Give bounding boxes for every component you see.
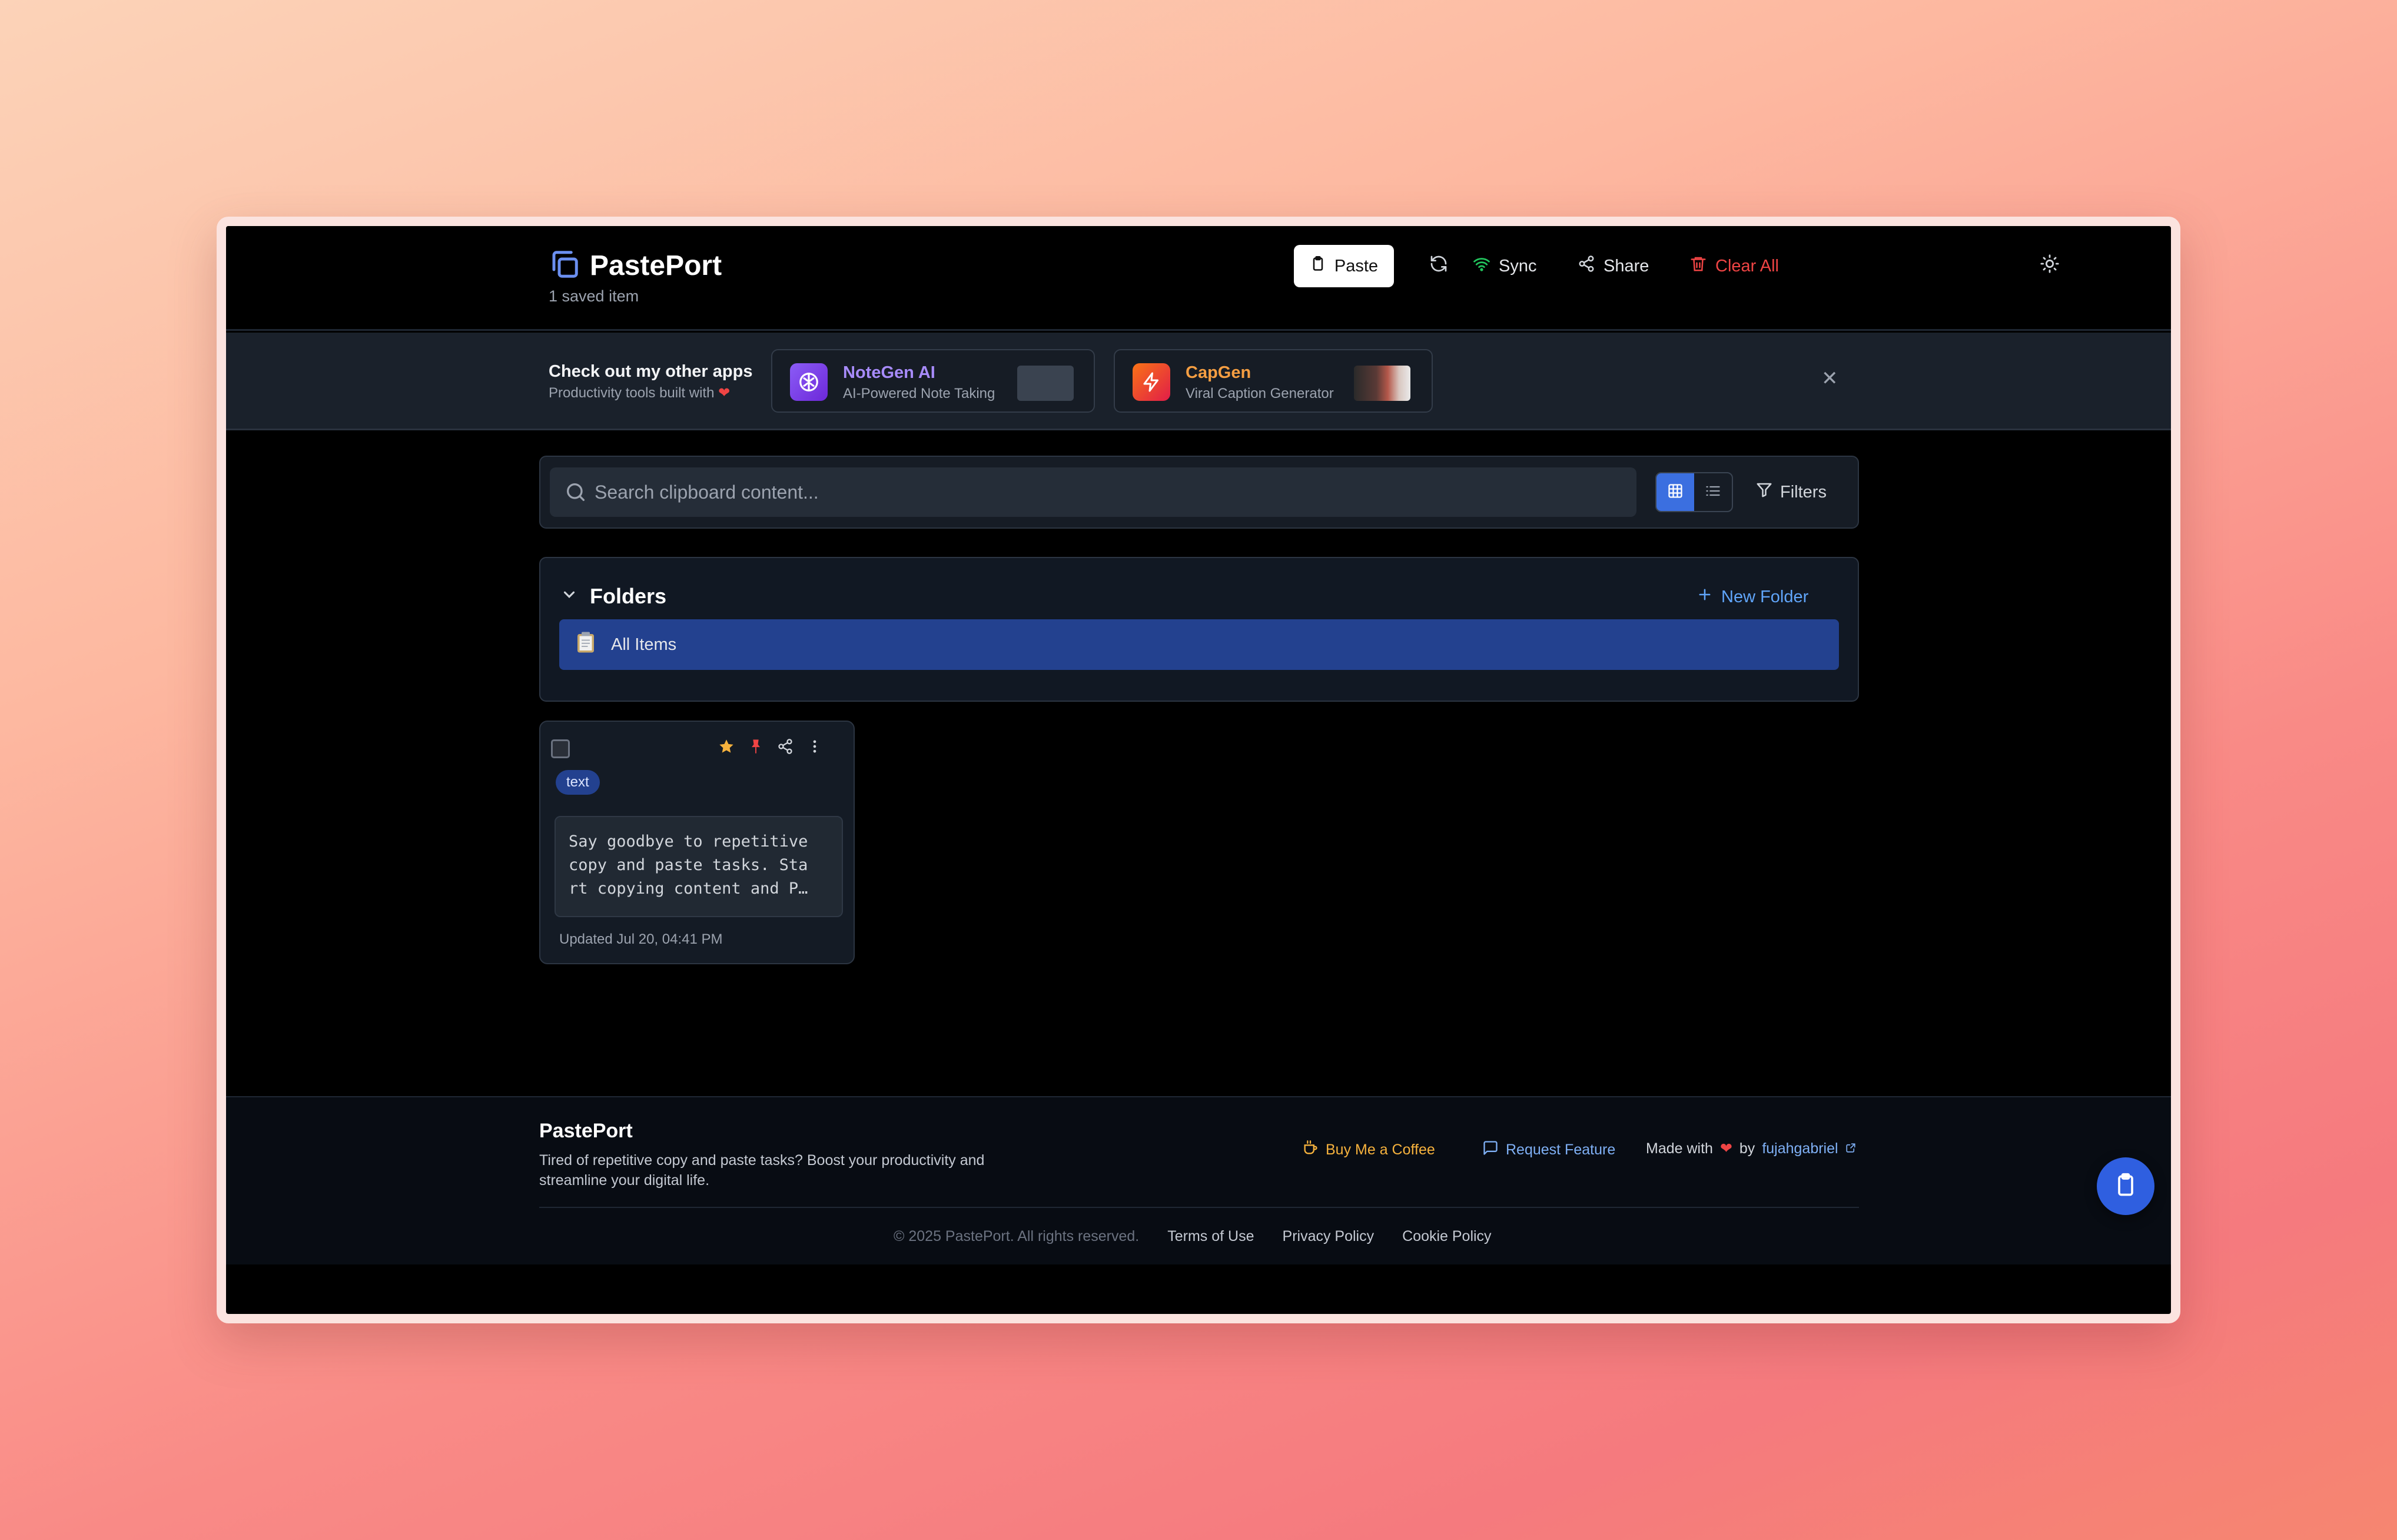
footer-divider	[539, 1207, 1859, 1208]
footer-brand: PastePort	[539, 1120, 633, 1142]
buy-coffee-link[interactable]: Buy Me a Coffee	[1302, 1140, 1435, 1160]
plus-icon	[1697, 586, 1713, 608]
brand: PastePort	[549, 248, 722, 283]
type-badge: text	[556, 770, 600, 795]
app-title: PastePort	[590, 250, 722, 281]
search-input[interactable]	[595, 467, 1619, 517]
capgen-name: CapGen	[1186, 363, 1251, 382]
heart-icon: ❤	[718, 385, 731, 401]
share-icon[interactable]	[777, 738, 794, 758]
footer-description: Tired of repetitive copy and paste tasks…	[539, 1152, 985, 1189]
share-icon	[1578, 255, 1595, 277]
trash-icon	[1689, 255, 1707, 277]
saved-count: 1 saved item	[549, 287, 639, 305]
floating-paste-button[interactable]	[2097, 1157, 2154, 1215]
folders-panel: Folders New Folder All Items	[539, 557, 1859, 702]
folders-title: Folders	[590, 584, 667, 608]
lightning-icon	[1133, 363, 1170, 401]
select-checkbox[interactable]	[551, 739, 570, 758]
copyright: © 2025 PastePort. All rights reserved.	[894, 1228, 1140, 1244]
pin-icon[interactable]	[748, 738, 764, 758]
coffee-label: Buy Me a Coffee	[1326, 1141, 1435, 1158]
paste-label: Paste	[1334, 256, 1379, 276]
clipboard-icon	[1310, 255, 1326, 277]
cookie-link[interactable]: Cookie Policy	[1402, 1228, 1491, 1245]
notegen-name: NoteGen AI	[843, 363, 935, 382]
notegen-desc: AI-Powered Note Taking	[843, 386, 995, 401]
search-icon	[564, 480, 587, 507]
filter-icon	[1755, 481, 1773, 503]
clear-all-label: Clear All	[1715, 256, 1779, 276]
list-icon	[1705, 483, 1721, 502]
browser-frame: PastePort 1 saved item Paste Sync Share …	[217, 217, 2180, 1323]
card-actions	[718, 738, 823, 758]
new-folder-label: New Folder	[1721, 587, 1809, 606]
app-screen: PastePort 1 saved item Paste Sync Share …	[226, 226, 2171, 1314]
clip-content: Say goodbye to repetitive copy and paste…	[555, 816, 843, 917]
heart-icon: ❤	[1719, 1140, 1732, 1157]
footer: PastePort Tired of repetitive copy and p…	[226, 1096, 2171, 1264]
notegen-thumbnail	[1017, 366, 1074, 401]
capgen-app-card[interactable]: CapGen Viral Caption Generator	[1114, 349, 1433, 413]
author-link[interactable]: fujahgabriel	[1762, 1140, 1838, 1157]
promo-title: Check out my other apps	[549, 362, 753, 381]
clipboard-icon	[573, 630, 598, 659]
promo-banner: Check out my other apps Productivity too…	[226, 333, 2171, 430]
share-button[interactable]: Share	[1578, 245, 1649, 287]
updated-timestamp: Updated Jul 20, 04:41 PM	[559, 931, 723, 947]
wifi-icon	[1473, 255, 1490, 277]
share-label: Share	[1603, 256, 1649, 276]
folder-label: All Items	[611, 635, 677, 654]
list-view-button[interactable]	[1694, 473, 1732, 511]
message-icon	[1482, 1140, 1499, 1160]
made-with: Made with ❤ by fujahgabriel	[1646, 1140, 1856, 1157]
view-toggle	[1655, 472, 1733, 512]
close-icon[interactable]: ✕	[1821, 367, 1838, 390]
chevron-down-icon	[560, 584, 578, 609]
paste-button[interactable]: Paste	[1294, 245, 1394, 287]
grid-icon	[1667, 483, 1684, 502]
clip-card[interactable]: text Say goodbye to repetitive copy and …	[539, 721, 855, 964]
clipboard-icon	[2113, 1172, 2139, 1201]
sync-button[interactable]: Sync	[1473, 245, 1536, 287]
notegen-app-card[interactable]: NoteGen AI AI-Powered Note Taking	[771, 349, 1095, 413]
sync-label: Sync	[1499, 256, 1537, 276]
terms-link[interactable]: Terms of Use	[1167, 1228, 1254, 1245]
star-icon[interactable]	[718, 738, 735, 758]
grid-view-button[interactable]	[1656, 473, 1694, 511]
request-feature-label: Request Feature	[1506, 1141, 1616, 1158]
clear-all-button[interactable]: Clear All	[1689, 245, 1779, 287]
footer-bottom: © 2025 PastePort. All rights reserved. T…	[894, 1228, 1492, 1245]
brain-icon	[790, 363, 828, 401]
promo-subtitle: Productivity tools built with ❤	[549, 385, 731, 401]
filters-label: Filters	[1780, 482, 1827, 502]
search-box	[550, 467, 1636, 517]
refresh-icon	[1429, 254, 1448, 278]
search-panel: Filters	[539, 456, 1859, 529]
filters-button[interactable]: Filters	[1755, 472, 1827, 512]
more-vertical-icon[interactable]	[806, 738, 823, 758]
coffee-icon	[1302, 1140, 1319, 1160]
capgen-desc: Viral Caption Generator	[1186, 386, 1334, 401]
external-link-icon	[1845, 1140, 1856, 1157]
new-folder-button[interactable]: New Folder	[1697, 586, 1808, 608]
capgen-thumbnail	[1354, 366, 1410, 401]
request-feature-link[interactable]: Request Feature	[1482, 1140, 1615, 1160]
copy-logo-icon	[549, 248, 580, 283]
folders-toggle[interactable]: Folders	[560, 584, 666, 609]
made-with-label: Made with	[1646, 1140, 1713, 1157]
refresh-button[interactable]	[1422, 245, 1455, 287]
privacy-link[interactable]: Privacy Policy	[1283, 1228, 1375, 1245]
app-header: PastePort 1 saved item Paste Sync Share …	[226, 226, 2171, 331]
folder-item-all[interactable]: All Items	[559, 619, 1839, 670]
by-label: by	[1739, 1140, 1755, 1157]
sun-icon	[2040, 254, 2060, 278]
theme-toggle-button[interactable]	[2033, 245, 2066, 287]
